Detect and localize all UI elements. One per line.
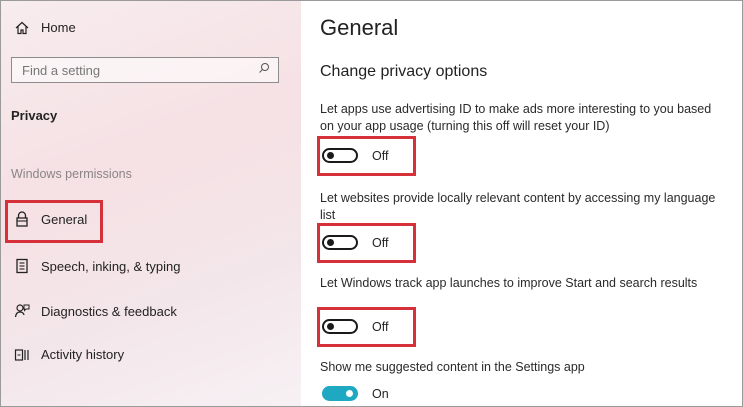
- page-title: General: [320, 15, 399, 40]
- sidebar: Home Privacy Windows permissions General…: [1, 1, 301, 406]
- option-description: Let apps use advertising ID to make ads …: [320, 102, 712, 133]
- sidebar-item-label: Activity history: [41, 347, 125, 362]
- search-input[interactable]: [20, 61, 258, 79]
- sidebar-item-activity-history[interactable]: Activity history: [11, 347, 124, 362]
- option-description: Show me suggested content in the Setting…: [320, 360, 585, 374]
- activity-history-icon: [11, 348, 33, 362]
- suggested-content-setting: On: [322, 386, 389, 401]
- general-highlight-box: [5, 200, 103, 243]
- toggle-highlight-box: [317, 223, 416, 263]
- search-box[interactable]: [11, 57, 279, 83]
- main-panel: General Change privacy options Let apps …: [301, 1, 742, 406]
- suggested-content-toggle[interactable]: [322, 386, 358, 401]
- group-label: Windows permissions: [11, 167, 132, 181]
- sidebar-item-speech[interactable]: Speech, inking, & typing: [11, 258, 180, 274]
- section-heading: Change privacy options: [320, 63, 488, 80]
- home-icon: [11, 21, 33, 35]
- sidebar-item-label: Speech, inking, & typing: [41, 258, 181, 274]
- diagnostics-feedback-icon: [11, 303, 33, 319]
- section-title: Privacy: [11, 108, 58, 123]
- toggle-state-label: On: [372, 386, 389, 401]
- option-description: Let Windows track app launches to improv…: [320, 276, 698, 290]
- sidebar-item-diagnostics[interactable]: Diagnostics & feedback: [11, 303, 177, 319]
- toggle-knob: [346, 390, 353, 397]
- option-description: Let websites provide locally relevant co…: [320, 191, 716, 222]
- sidebar-item-label: Diagnostics & feedback: [41, 303, 177, 319]
- settings-window: Home Privacy Windows permissions General…: [0, 0, 743, 407]
- toggle-highlight-box: [317, 136, 416, 176]
- toggle-highlight-box: [317, 307, 416, 347]
- sidebar-item-home[interactable]: Home: [11, 20, 76, 35]
- speech-inking-icon: [11, 258, 33, 274]
- sidebar-item-label: Home: [41, 20, 76, 35]
- search-icon[interactable]: [258, 61, 270, 79]
